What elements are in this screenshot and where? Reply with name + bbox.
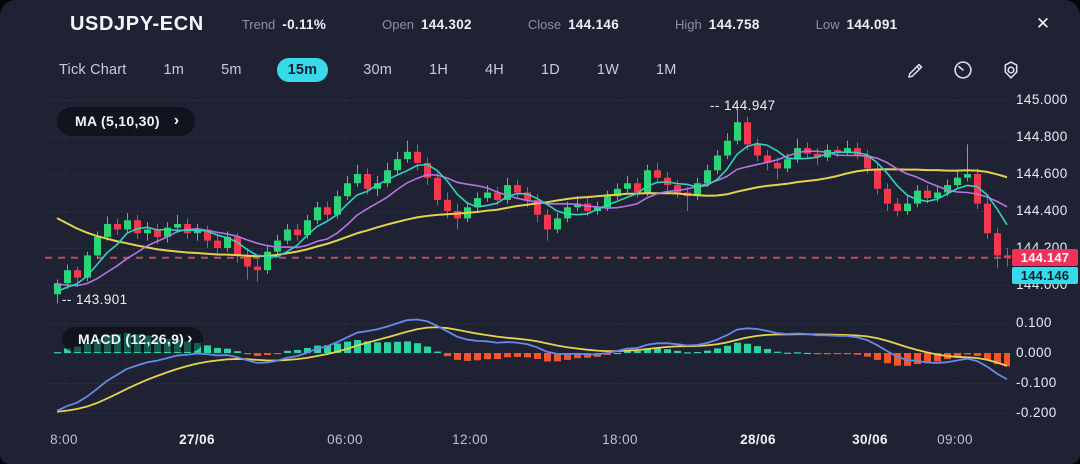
time-tick-label: 18:00: [602, 432, 638, 447]
stat-low: Low 144.091: [816, 17, 898, 32]
tab-tick-chart[interactable]: Tick Chart: [57, 58, 129, 82]
settings-icon[interactable]: [1000, 59, 1022, 81]
low-price-annotation: -- 143.901: [62, 292, 128, 307]
timeframe-toolbar: Tick Chart 1m 5m 15m 30m 1H 4H 1D 1W 1M: [0, 48, 1080, 92]
tab-1d[interactable]: 1D: [539, 58, 562, 82]
trading-chart-window: USDJPY-ECN Trend -0.11% Open 144.302 Close 14…: [0, 0, 1080, 464]
ma-indicator-label: MA (5,10,30): [75, 113, 160, 129]
toolbar-icons: [905, 48, 1022, 92]
tab-1h[interactable]: 1H: [427, 58, 450, 82]
stat-label: High: [675, 17, 702, 32]
chart-header: USDJPY-ECN Trend -0.11% Open 144.302 Close 14…: [0, 0, 1080, 48]
symbol-title: USDJPY-ECN: [70, 13, 204, 36]
stat-high: High 144.758: [675, 17, 760, 32]
ask-price-badge: 144.146: [1012, 267, 1078, 284]
stat-trend: Trend -0.11%: [242, 17, 326, 32]
chevron-right-icon: ›: [187, 331, 193, 347]
history-icon[interactable]: [952, 59, 974, 81]
stat-open: Open 144.302: [382, 17, 472, 32]
tab-4h[interactable]: 4H: [483, 58, 506, 82]
time-tick-label: 09:00: [937, 432, 973, 447]
stat-close: Close 144.146: [528, 17, 619, 32]
close-icon[interactable]: ✕: [1032, 13, 1054, 35]
stat-value: 144.758: [709, 17, 760, 32]
tab-1w[interactable]: 1W: [595, 58, 621, 82]
macd-tick-label: -0.200: [1016, 405, 1057, 420]
macd-tick-label: 0.000: [1016, 345, 1052, 360]
time-tick-label: 06:00: [327, 432, 363, 447]
tab-1m[interactable]: 1M: [654, 58, 679, 82]
price-tick-label: 144.400: [1016, 203, 1068, 218]
time-tick-label: 30/06: [852, 432, 888, 447]
stat-value: 144.091: [847, 17, 898, 32]
macd-indicator-label: MACD (12,26,9): [78, 331, 184, 347]
price-tick-label: 145.000: [1016, 92, 1068, 107]
ohlc-stats-row: Trend -0.11% Open 144.302 Close 144.146 High 14…: [242, 17, 898, 32]
macd-tick-label: -0.100: [1016, 375, 1057, 390]
stat-value: 144.146: [568, 17, 619, 32]
stat-label: Close: [528, 17, 561, 32]
tab-30m[interactable]: 30m: [361, 58, 394, 82]
time-tick-label: 8:00: [50, 432, 78, 447]
ma-indicator-badge[interactable]: MA (5,10,30) ›: [57, 107, 195, 136]
tab-15m[interactable]: 15m: [277, 58, 329, 82]
pencil-icon[interactable]: [905, 60, 926, 81]
stat-value: -0.11%: [282, 17, 326, 32]
time-tick-label: 28/06: [740, 432, 776, 447]
tab-5m[interactable]: 5m: [219, 58, 244, 82]
stat-label: Open: [382, 17, 414, 32]
chevron-right-icon: ›: [174, 113, 180, 129]
tab-1m[interactable]: 1m: [162, 58, 187, 82]
time-tick-label: 27/06: [179, 432, 215, 447]
price-tick-label: 144.600: [1016, 166, 1068, 181]
timeframe-tabs: Tick Chart 1m 5m 15m 30m 1H 4H 1D 1W 1M: [57, 58, 679, 82]
stat-label: Trend: [242, 17, 275, 32]
macd-tick-label: 0.100: [1016, 315, 1052, 330]
stat-value: 144.302: [421, 17, 472, 32]
time-tick-label: 12:00: [452, 432, 488, 447]
stat-label: Low: [816, 17, 840, 32]
price-tick-label: 144.800: [1016, 129, 1068, 144]
macd-indicator-badge[interactable]: MACD (12,26,9) ›: [62, 327, 203, 352]
current-price-badge: 144.147: [1012, 249, 1078, 266]
high-price-annotation: -- 144.947: [710, 98, 776, 113]
